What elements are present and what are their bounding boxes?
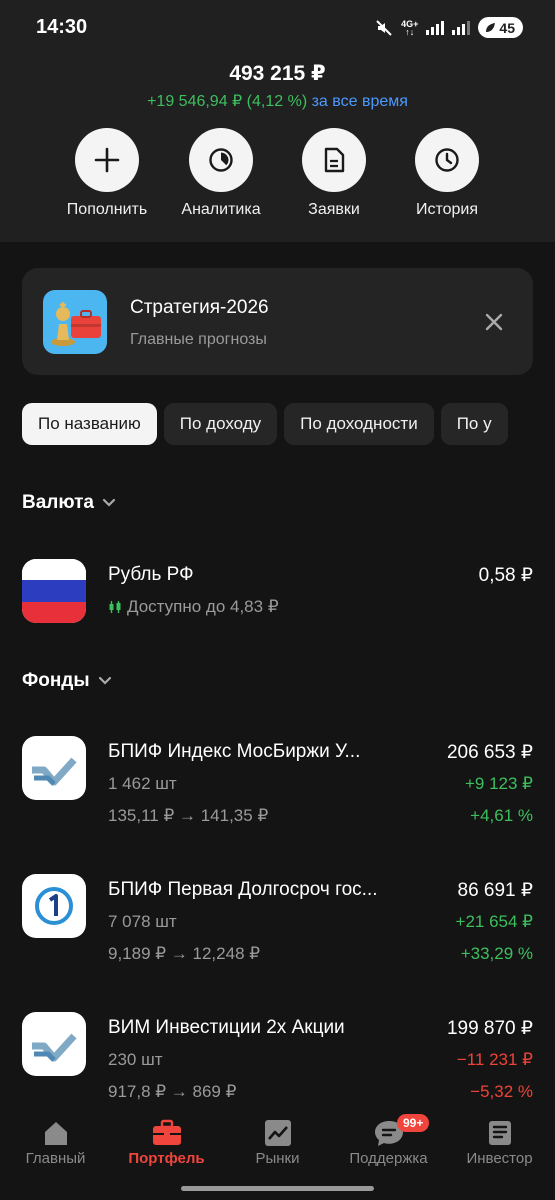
fund-value: 199 870 ₽ bbox=[446, 1018, 533, 1039]
fund-quantity: 7 078 шт bbox=[108, 912, 177, 931]
fund-price-change: 9,189 ₽ → 12,248 ₽ bbox=[108, 944, 261, 963]
chip-by-income[interactable]: По доходу bbox=[163, 403, 278, 445]
fund-item[interactable]: БПИФ Первая Долгосроч гос... 7 078 шт 9,… bbox=[22, 874, 533, 974]
analytics-button[interactable]: Аналитика bbox=[166, 128, 276, 219]
network-label: 4G+ bbox=[401, 18, 419, 29]
document-icon bbox=[324, 147, 345, 173]
fund-profit-percent: +4,61 % bbox=[470, 806, 533, 825]
tab-home-label: Главный bbox=[25, 1150, 86, 1167]
status-bar: 14:30 4G+ ↑↓ 45 bbox=[0, 0, 555, 56]
leaf-icon bbox=[486, 22, 496, 32]
fund-logo-icon bbox=[22, 1012, 86, 1076]
portfolio-change-row[interactable]: +19 546,94 ₽ (4,12 %) за все время bbox=[0, 91, 555, 111]
chevron-down-icon bbox=[102, 498, 116, 507]
battery-level: 45 bbox=[499, 19, 515, 36]
chip-by-yield[interactable]: По доходности bbox=[284, 403, 434, 445]
candles-icon bbox=[109, 601, 121, 613]
mute-icon bbox=[376, 19, 392, 36]
tab-markets[interactable]: Рынки bbox=[222, 1116, 333, 1167]
tab-portfolio-label: Портфель bbox=[128, 1150, 205, 1167]
fund-item[interactable]: БПИФ Индекс МосБиржи У... 1 462 шт 135,1… bbox=[22, 736, 533, 836]
fund-price-change: 135,11 ₽ → 141,35 ₽ bbox=[108, 806, 269, 825]
orders-button[interactable]: Заявки bbox=[279, 128, 389, 219]
signal-icon-2 bbox=[452, 20, 471, 35]
currency-available-row: Доступно до 4,83 ₽ bbox=[108, 597, 279, 617]
fund-name: ВИМ Инвестиции 2х Акции bbox=[108, 1017, 345, 1038]
fund-value: 86 691 ₽ bbox=[457, 880, 533, 901]
status-icons: 4G+ ↑↓ 45 bbox=[375, 17, 523, 38]
tab-investor[interactable]: Инвестор bbox=[444, 1116, 555, 1167]
tab-support[interactable]: 99+ Поддержка bbox=[333, 1114, 444, 1167]
fund-profit: +9 123 ₽ bbox=[464, 774, 533, 793]
chip-by-name[interactable]: По названию bbox=[22, 403, 157, 445]
currency-value: 0,58 ₽ bbox=[478, 565, 533, 586]
period-selector[interactable]: за все время bbox=[312, 93, 408, 110]
section-currency-header[interactable]: Валюта bbox=[22, 492, 116, 514]
portfolio-change: +19 546,94 ₽ (4,12 %) bbox=[147, 93, 308, 110]
tab-investor-label: Инвестор bbox=[466, 1150, 533, 1167]
analytics-label: Аналитика bbox=[181, 201, 261, 218]
support-badge: 99+ bbox=[397, 1114, 430, 1132]
fund-name: БПИФ Первая Долгосроч гос... bbox=[108, 879, 378, 900]
russia-flag-icon bbox=[22, 559, 86, 623]
signal-icon bbox=[426, 20, 445, 35]
close-icon[interactable] bbox=[482, 310, 506, 334]
section-funds-header[interactable]: Фонды bbox=[22, 670, 112, 692]
fund-name: БПИФ Индекс МосБиржи У... bbox=[108, 741, 361, 762]
section-currency-title: Валюта bbox=[22, 492, 94, 513]
clock-icon bbox=[435, 148, 459, 172]
chevron-down-icon bbox=[98, 676, 111, 685]
home-icon bbox=[44, 1122, 67, 1145]
currency-available: Доступно до 4,83 ₽ bbox=[127, 597, 279, 616]
fund-price-change: 917,8 ₽ → 869 ₽ bbox=[108, 1082, 237, 1101]
sort-chips: По названию По доходу По доходности По у bbox=[22, 403, 555, 445]
fund-quantity: 230 шт bbox=[108, 1050, 163, 1069]
tab-portfolio[interactable]: Портфель bbox=[111, 1116, 222, 1167]
briefcase-icon bbox=[152, 1119, 181, 1145]
chart-icon bbox=[264, 1120, 291, 1146]
plus-icon bbox=[94, 147, 120, 173]
fund-quantity: 1 462 шт bbox=[108, 774, 177, 793]
section-funds-title: Фонды bbox=[22, 670, 90, 691]
chip-more[interactable]: По у bbox=[440, 403, 508, 445]
fund-profit: −11 231 ₽ bbox=[456, 1050, 533, 1069]
fund-item[interactable]: ВИМ Инвестиции 2х Акции 230 шт 917,8 ₽ →… bbox=[22, 1012, 533, 1112]
tab-home[interactable]: Главный bbox=[0, 1116, 111, 1167]
banner-title: Стратегия-2026 bbox=[130, 297, 269, 318]
topup-label: Пополнить bbox=[66, 201, 148, 218]
orders-label: Заявки bbox=[308, 201, 360, 218]
tab-support-label: Поддержка bbox=[349, 1150, 428, 1167]
fund-logo-icon bbox=[22, 874, 86, 938]
battery-icon: 45 bbox=[478, 17, 523, 38]
tab-markets-label: Рынки bbox=[255, 1150, 300, 1167]
fund-profit: +21 654 ₽ bbox=[455, 912, 533, 931]
newspaper-icon bbox=[488, 1121, 511, 1145]
strategy-icon bbox=[43, 290, 107, 354]
fund-logo-icon bbox=[22, 736, 86, 800]
banner-subtitle: Главные прогнозы bbox=[130, 331, 267, 348]
fund-value: 206 653 ₽ bbox=[446, 742, 533, 763]
history-label: История bbox=[415, 201, 479, 218]
portfolio-total: 493 215 ₽ bbox=[229, 62, 326, 85]
fund-profit-percent: −5,32 % bbox=[470, 1082, 533, 1101]
currency-item-rub[interactable]: Рубль РФ Доступно до 4,83 ₽ 0,58 ₽ bbox=[22, 559, 533, 659]
status-time: 14:30 bbox=[36, 16, 88, 38]
gesture-bar[interactable] bbox=[181, 1186, 374, 1191]
history-button[interactable]: История bbox=[392, 128, 502, 219]
currency-name: Рубль РФ bbox=[108, 564, 194, 585]
topup-button[interactable]: Пополнить bbox=[52, 128, 162, 219]
strategy-banner[interactable]: Стратегия-2026 Главные прогнозы bbox=[22, 268, 533, 375]
fund-profit-percent: +33,29 % bbox=[460, 944, 533, 963]
pie-chart-icon bbox=[209, 148, 233, 172]
network-type: 4G+ ↑↓ bbox=[401, 18, 419, 37]
